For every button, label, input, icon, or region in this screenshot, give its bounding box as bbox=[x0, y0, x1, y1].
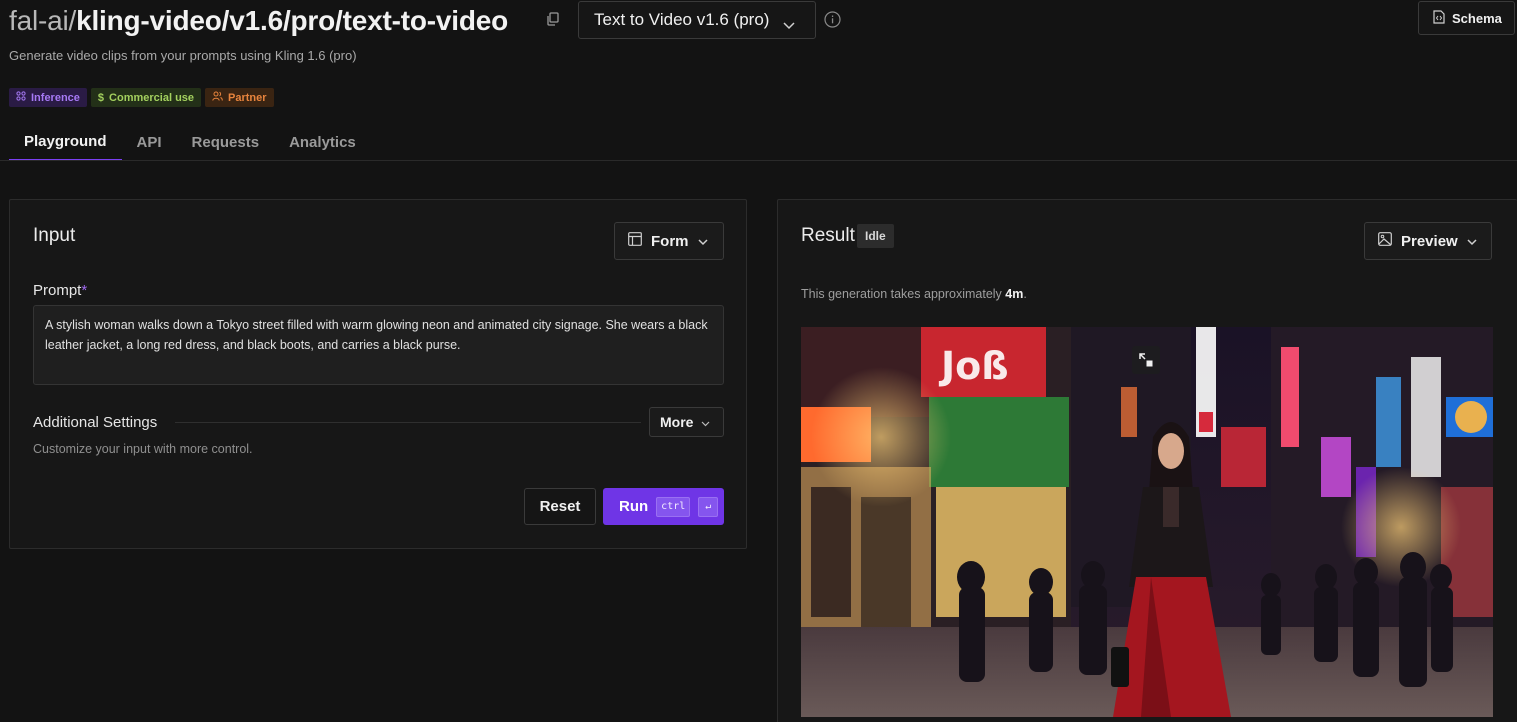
form-mode-toggle[interactable]: Form bbox=[614, 222, 724, 260]
image-icon bbox=[1378, 232, 1392, 250]
dollar-icon: $ bbox=[97, 91, 105, 104]
result-panel-title: Result bbox=[801, 225, 855, 246]
status-badge: Idle bbox=[857, 224, 894, 248]
endpoint-path: kling-video/v1.6/pro/text-to-video bbox=[76, 5, 509, 36]
tab-analytics[interactable]: Analytics bbox=[274, 123, 371, 161]
ctrl-key-hint: ctrl bbox=[656, 496, 691, 517]
layout-icon bbox=[628, 232, 642, 250]
prompt-input[interactable] bbox=[33, 305, 724, 385]
divider bbox=[175, 422, 641, 423]
chevron-down-icon bbox=[701, 414, 710, 430]
endpoint-select[interactable]: Text to Video v1.6 (pro) bbox=[578, 1, 816, 39]
tab-requests[interactable]: Requests bbox=[177, 123, 275, 161]
tab-api[interactable]: API bbox=[122, 123, 177, 161]
preview-mode-label: Preview bbox=[1401, 232, 1458, 250]
reset-button[interactable]: Reset bbox=[524, 488, 596, 525]
tokyo-street-illustration: Joß bbox=[801, 327, 1493, 717]
additional-settings-hint: Customize your input with more control. bbox=[33, 442, 253, 456]
run-label: Run bbox=[619, 498, 649, 515]
additional-settings-label: Additional Settings bbox=[33, 414, 158, 431]
endpoint-title: fal-ai/kling-video/v1.6/pro/text-to-vide… bbox=[9, 4, 508, 38]
badge-list: Inference $ Commercial use Partner bbox=[9, 88, 274, 107]
chevron-down-icon bbox=[1467, 233, 1477, 250]
inference-icon bbox=[16, 91, 26, 104]
info-icon[interactable] bbox=[824, 11, 841, 28]
enter-key-hint: ↵ bbox=[698, 496, 719, 517]
schema-label: Schema bbox=[1452, 10, 1502, 26]
file-code-icon bbox=[1433, 9, 1445, 27]
tab-divider bbox=[0, 160, 1517, 161]
required-marker: * bbox=[81, 282, 88, 299]
partner-icon bbox=[212, 91, 223, 104]
tab-bar: Playground API Requests Analytics bbox=[9, 123, 371, 161]
svg-text:Joß: Joß bbox=[938, 344, 1009, 388]
badge-inference: Inference bbox=[9, 88, 87, 107]
preview-mode-toggle[interactable]: Preview bbox=[1364, 222, 1492, 260]
more-settings-button[interactable]: More bbox=[649, 407, 724, 437]
input-panel-title: Input bbox=[33, 225, 76, 246]
form-mode-label: Form bbox=[651, 232, 689, 250]
endpoint-owner: fal-ai/ bbox=[9, 5, 77, 36]
page: fal-ai/kling-video/v1.6/pro/text-to-vide… bbox=[0, 0, 1517, 722]
chevron-down-icon bbox=[697, 233, 708, 250]
generation-eta: This generation takes approximately 4m. bbox=[801, 287, 1027, 301]
input-panel: Input Form Prompt* Additional Settings M… bbox=[9, 199, 747, 549]
eta-value: 4m bbox=[1005, 287, 1024, 301]
result-preview-image: Joß bbox=[801, 327, 1493, 717]
tab-playground[interactable]: Playground bbox=[9, 123, 122, 161]
expand-icon[interactable] bbox=[1132, 346, 1160, 374]
endpoint-description: Generate video clips from your prompts u… bbox=[9, 48, 357, 63]
badge-commercial-use: $ Commercial use bbox=[90, 88, 202, 107]
copy-icon[interactable] bbox=[546, 12, 560, 26]
run-button[interactable]: Run ctrl ↵ bbox=[603, 488, 724, 525]
badge-partner: Partner bbox=[205, 88, 274, 107]
endpoint-select-value: Text to Video v1.6 (pro) bbox=[594, 10, 770, 29]
result-panel: Result Idle Preview This generation take… bbox=[777, 199, 1517, 722]
schema-button[interactable]: Schema bbox=[1418, 1, 1515, 35]
chevron-down-icon bbox=[783, 15, 795, 35]
prompt-label: Prompt* bbox=[33, 282, 88, 299]
